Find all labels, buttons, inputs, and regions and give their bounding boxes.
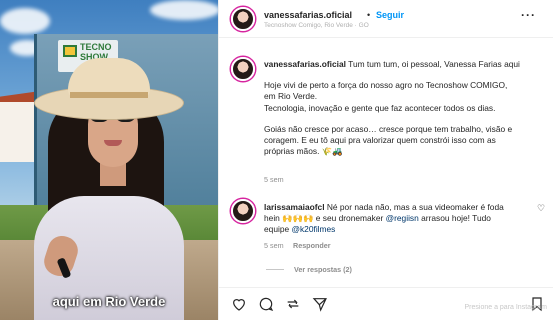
video-caption: aqui em Rio Verde — [52, 294, 166, 309]
caption-line: Tum tum tum, oi pessoal, Vanessa Farias … — [348, 59, 520, 69]
post-media[interactable]: TECNO SHOW aqui em Rio Verde — [0, 0, 218, 320]
post-sidebar: vanessafarias.oficial • Seguir Tecnoshow… — [218, 0, 553, 320]
caption-paragraph-2: Hoje vivi de perto a força do nosso agro… — [264, 80, 550, 114]
caption-paragraph-3: Goiás não cresce por acaso… cresce porqu… — [264, 124, 550, 158]
caption-line: Goiás não cresce por acaso… cresce porqu… — [264, 123, 513, 134]
tecnoshow-logo-icon — [63, 45, 77, 57]
share-send-icon[interactable] — [312, 296, 328, 312]
comment-line: equipe — [264, 224, 292, 235]
comment-bubble-icon[interactable] — [258, 296, 274, 312]
author-avatar[interactable] — [231, 7, 255, 31]
caption-line: Hoje vivi de perto a força do nosso agro… — [264, 80, 508, 91]
comment-timestamp[interactable]: 5 sem — [264, 241, 284, 250]
caption-timestamp[interactable]: 5 sem — [264, 175, 284, 184]
view-replies-button[interactable]: Ver respostas (2) — [294, 265, 352, 274]
cloud — [150, 0, 218, 20]
like-heart-icon[interactable] — [231, 296, 247, 312]
windows-activation-overlay: Presione a para Instagram — [464, 304, 548, 311]
mention-link[interactable]: @k20filmes — [291, 224, 335, 234]
location-subtitle[interactable]: Tecnoshow Comigo, Rio Verde · GO — [264, 22, 369, 29]
comment-line: Né por nada não, mas a sua videomaker é … — [324, 202, 504, 212]
cloud — [0, 8, 50, 34]
caption-line: em Rio Verde. — [264, 91, 318, 102]
header-username[interactable]: vanessafarias.oficial — [264, 10, 352, 20]
post-header: vanessafarias.oficial • Seguir Tecnoshow… — [219, 0, 553, 38]
reply-button[interactable]: Responder — [293, 241, 331, 250]
commenter-avatar[interactable] — [231, 199, 255, 223]
commenter-username[interactable]: larissamaiaofcl — [264, 202, 325, 212]
caption-avatar[interactable] — [231, 57, 255, 81]
replies-divider — [266, 269, 284, 270]
comment-line: hein 🙌🙌🙌 e seu dronemaker — [264, 213, 386, 224]
caption-line: coragem. E eu tô aqui pra valorizar quem… — [264, 135, 496, 146]
repost-icon[interactable] — [285, 296, 301, 312]
more-options-icon[interactable]: ··· — [521, 8, 536, 22]
comment-line: arrasou hoje! Tudo — [418, 213, 491, 224]
comment-like-heart-icon[interactable]: ♡ — [537, 203, 545, 214]
hat-band — [70, 92, 148, 98]
post-caption: vanessafarias.oficial Tum tum tum, oi pe… — [264, 59, 550, 167]
caption-line: próprias mãos. 🌾🚜 — [264, 146, 343, 157]
header-separator: • — [367, 10, 371, 20]
follow-button[interactable]: Seguir — [376, 10, 404, 20]
caption-line: Tecnologia, inovação e gente que faz aco… — [264, 102, 496, 113]
caption-paragraph-1: vanessafarias.oficial Tum tum tum, oi pe… — [264, 59, 550, 70]
comment-text: larissamaiaofcl Né por nada não, mas a s… — [264, 202, 536, 236]
caption-username[interactable]: vanessafarias.oficial — [264, 59, 346, 69]
mention-link[interactable]: @regiisn — [386, 213, 419, 223]
